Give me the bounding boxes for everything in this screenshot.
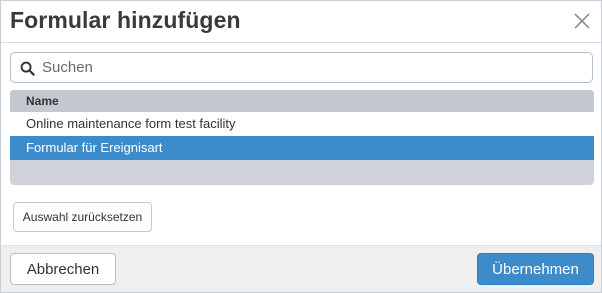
apply-button[interactable]: Übernehmen	[477, 253, 594, 285]
search-input[interactable]	[42, 56, 582, 79]
table-row[interactable]: Online maintenance form test facility	[10, 112, 594, 136]
add-form-dialog: Formular hinzufügen Name Online maintena…	[0, 0, 602, 293]
close-icon	[574, 13, 590, 29]
dialog-title: Formular hinzufügen	[10, 7, 241, 33]
cancel-button[interactable]: Abbrechen	[10, 253, 116, 285]
search-box	[10, 52, 593, 83]
close-button[interactable]	[572, 11, 592, 31]
reset-selection-button[interactable]: Auswahl zurücksetzen	[13, 202, 152, 232]
form-table: Name Online maintenance form test facili…	[10, 90, 594, 185]
dialog-header: Formular hinzufügen	[1, 1, 601, 43]
table-row-selected[interactable]: Formular für Ereignisart	[10, 136, 594, 160]
search-icon	[20, 61, 35, 76]
column-header-name[interactable]: Name	[10, 90, 594, 112]
dialog-footer: Abbrechen Übernehmen	[1, 245, 601, 292]
